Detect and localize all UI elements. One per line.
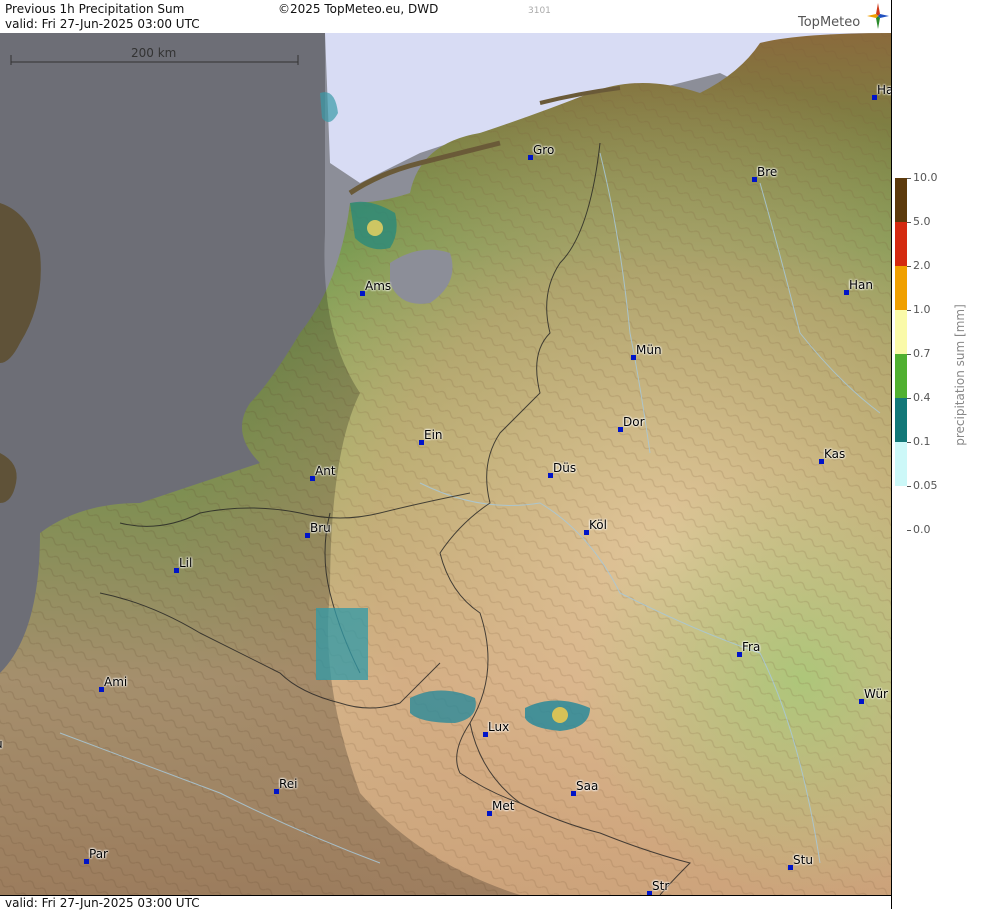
city-label: Bru — [310, 521, 331, 535]
city-label: Stu — [793, 853, 813, 867]
map-id: 3101 — [528, 6, 551, 16]
city-label: Lux — [488, 720, 510, 734]
legend-tick — [907, 442, 911, 443]
legend-tick-label: 1.0 — [913, 303, 931, 316]
city-label: Kas — [824, 447, 846, 461]
city-label: Met — [492, 799, 515, 813]
scale-bar-label: 200 km — [131, 46, 177, 60]
map-header: Previous 1h Precipitation Sum valid: Fri… — [0, 0, 891, 34]
city-label: Rei — [279, 777, 298, 791]
city-label: Ami — [104, 675, 128, 689]
valid-time: valid: Fri 27-Jun-2025 03:00 UTC — [5, 17, 200, 31]
city-label: Saa — [576, 779, 599, 793]
colorbar-segment — [895, 266, 907, 310]
city-label: Str — [652, 879, 670, 893]
city-label: Köl — [589, 518, 607, 532]
legend-tick-label: 0.05 — [913, 479, 938, 492]
legend-title: precipitation sum [mm] — [953, 304, 967, 446]
city-label: Fra — [742, 640, 761, 654]
legend-tick-label: 0.1 — [913, 435, 931, 448]
map-title: Previous 1h Precipitation Sum — [5, 2, 185, 16]
city-label: Lil — [179, 556, 193, 570]
city-label: Mün — [636, 343, 662, 357]
city-label: Wür — [864, 687, 888, 701]
map-footer: valid: Fri 27-Jun-2025 03:00 UTC — [0, 895, 891, 910]
copyright: ©2025 TopMeteo.eu, DWD — [278, 2, 439, 16]
legend-tick — [907, 530, 911, 531]
colorbar-segment — [895, 398, 907, 442]
city-label: u — [0, 737, 3, 751]
city-label: Bre — [757, 165, 778, 179]
legend-tick — [907, 266, 911, 267]
colorbar-segment — [895, 310, 907, 354]
precipitation-map[interactable]: 200 km Ha Gro Bre Han Ams Mün Dor Ein Kas Ant Düs B… — [0, 33, 891, 895]
city-label: Ant — [315, 464, 336, 478]
legend-tick-label: 0.4 — [913, 391, 931, 404]
legend-tick — [907, 398, 911, 399]
legend-tick — [907, 354, 911, 355]
legend-tick — [907, 178, 911, 179]
legend-tick-label: 5.0 — [913, 215, 931, 228]
legend-tick — [907, 486, 911, 487]
colorbar-segment — [895, 354, 907, 398]
brand-logo-text: TopMeteo — [798, 15, 861, 30]
city-label: Ha — [877, 83, 891, 97]
legend-tick — [907, 222, 911, 223]
footer-valid-time: valid: Fri 27-Jun-2025 03:00 UTC — [5, 896, 200, 910]
map-canvas — [0, 33, 891, 895]
colorbar-segment — [895, 178, 907, 222]
city-label: Gro — [533, 143, 555, 157]
precipitation-legend: 10.0 5.0 2.0 1.0 0.7 0.4 0.1 0.05 0.0 — [892, 0, 983, 909]
colorbar-segment — [895, 442, 907, 486]
legend-tick-label: 0.7 — [913, 347, 931, 360]
city-label: Dor — [623, 415, 645, 429]
legend-tick-label: 10.0 — [913, 171, 938, 184]
colorbar-segment — [895, 222, 907, 266]
city-label: Han — [849, 278, 873, 292]
legend-tick-label: 2.0 — [913, 259, 931, 272]
city-label: Düs — [553, 461, 577, 475]
city-label: Ein — [424, 428, 443, 442]
city-label: Par — [89, 847, 108, 861]
city-label: Ams — [365, 279, 392, 293]
legend-tick-label: 0.0 — [913, 523, 931, 536]
compass-star-icon — [867, 3, 889, 29]
legend-tick — [907, 310, 911, 311]
